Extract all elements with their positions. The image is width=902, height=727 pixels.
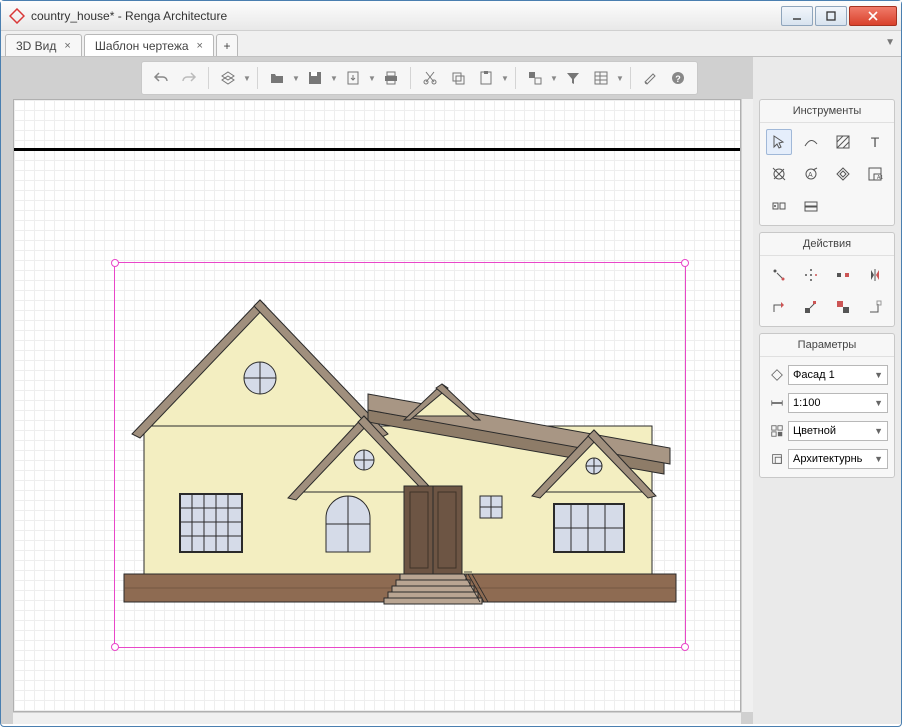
param-detail: Архитектурнь ▼: [766, 447, 888, 471]
param-view: Фасад 1 ▼: [766, 363, 888, 387]
chevron-down-icon: ▼: [874, 426, 883, 436]
redo-button[interactable]: [176, 65, 202, 91]
canvas-area[interactable]: ▼ ▼ ▼ ▼ ▼ ▼ ▼ ?: [1, 57, 753, 724]
paste-button[interactable]: [473, 65, 499, 91]
svg-text:A1: A1: [877, 175, 883, 181]
panel-actions: Действия: [759, 232, 895, 327]
add-tab-button[interactable]: +: [216, 34, 238, 56]
tool-section-1[interactable]: [766, 193, 792, 219]
tool-hatch[interactable]: [830, 129, 856, 155]
scale-icon: [766, 396, 788, 410]
action-copy-props[interactable]: [830, 294, 856, 320]
selection-handle-ne[interactable]: [681, 259, 689, 267]
horizontal-scrollbar[interactable]: [13, 712, 741, 724]
properties-button[interactable]: [588, 65, 614, 91]
tool-select[interactable]: [766, 129, 792, 155]
window-title: country_house* - Renga Architecture: [31, 9, 779, 23]
chevron-down-icon: ▼: [874, 398, 883, 408]
panel-tools: Инструменты T A A1: [759, 99, 895, 226]
panel-title: Параметры: [760, 334, 894, 357]
tool-section-2[interactable]: [798, 193, 824, 219]
panel-params: Параметры Фасад 1 ▼ 1:100 ▼ Цветной ▼ Архит…: [759, 333, 895, 478]
tool-dimension[interactable]: [766, 161, 792, 187]
svg-text:A: A: [808, 172, 813, 179]
action-move[interactable]: [766, 262, 792, 288]
param-value: Фасад 1: [793, 369, 835, 381]
settings-button[interactable]: [637, 65, 663, 91]
save-button[interactable]: [302, 65, 328, 91]
canvas[interactable]: [13, 99, 741, 712]
param-detail-select[interactable]: Архитектурнь ▼: [788, 449, 888, 469]
tool-titleblock[interactable]: A1: [862, 161, 888, 187]
param-style: Цветной ▼: [766, 419, 888, 443]
close-icon[interactable]: ×: [64, 40, 70, 52]
svg-text:?: ?: [675, 74, 681, 84]
param-value: Архитектурнь: [793, 453, 862, 465]
param-scale-select[interactable]: 1:100 ▼: [788, 393, 888, 413]
action-scale[interactable]: [798, 294, 824, 320]
export-button[interactable]: [340, 65, 366, 91]
tab-label: 3D Вид: [16, 39, 56, 53]
page-boundary-line: [14, 148, 740, 151]
copy-button[interactable]: [445, 65, 471, 91]
svg-text:T: T: [871, 134, 880, 150]
maximize-button[interactable]: [815, 6, 847, 26]
param-style-select[interactable]: Цветной ▼: [788, 421, 888, 441]
param-scale: 1:100 ▼: [766, 391, 888, 415]
layers-button[interactable]: [215, 65, 241, 91]
vertical-scrollbar[interactable]: [741, 99, 753, 712]
tool-dimension-radial[interactable]: A: [798, 161, 824, 187]
help-button[interactable]: ?: [665, 65, 691, 91]
undo-button[interactable]: [148, 65, 174, 91]
tab-label: Шаблон чертежа: [95, 39, 189, 53]
tabstrip: 3D Вид × Шаблон чертежа × + ▼: [1, 31, 901, 57]
print-button[interactable]: [378, 65, 404, 91]
titlebar: country_house* - Renga Architecture: [1, 1, 901, 31]
tabs-dropdown-icon[interactable]: ▼: [885, 37, 895, 48]
panel-title: Действия: [760, 233, 894, 256]
param-value: 1:100: [793, 397, 821, 409]
minimize-button[interactable]: [781, 6, 813, 26]
detail-icon: [766, 452, 788, 466]
close-icon[interactable]: ×: [197, 40, 203, 52]
selection-handle-nw[interactable]: [111, 259, 119, 267]
panel-title: Инструменты: [760, 100, 894, 123]
cut-button[interactable]: [417, 65, 443, 91]
drawing-house-facade: [110, 296, 690, 612]
action-align[interactable]: [862, 294, 888, 320]
action-mirror-h[interactable]: [830, 262, 856, 288]
app-icon: [9, 8, 25, 24]
filter-button[interactable]: [560, 65, 586, 91]
tool-text[interactable]: T: [862, 129, 888, 155]
tool-axis[interactable]: [830, 161, 856, 187]
action-rotate[interactable]: [798, 262, 824, 288]
tab-3d-view[interactable]: 3D Вид ×: [5, 34, 82, 56]
close-button[interactable]: [849, 6, 897, 26]
stack-button[interactable]: [522, 65, 548, 91]
chevron-down-icon: ▼: [874, 454, 883, 464]
selection-handle-sw[interactable]: [111, 643, 119, 651]
action-mirror-v[interactable]: [862, 262, 888, 288]
param-value: Цветной: [793, 425, 836, 437]
selection-handle-se[interactable]: [681, 643, 689, 651]
open-button[interactable]: [264, 65, 290, 91]
tool-line[interactable]: [798, 129, 824, 155]
style-icon: [766, 424, 788, 438]
view-icon: [766, 368, 788, 382]
main-toolbar: ▼ ▼ ▼ ▼ ▼ ▼ ▼ ?: [141, 61, 698, 95]
tab-drawing-template[interactable]: Шаблон чертежа ×: [84, 34, 214, 56]
sidebar: Инструменты T A A1 Действия: [753, 57, 901, 724]
param-view-select[interactable]: Фасад 1 ▼: [788, 365, 888, 385]
action-trim[interactable]: [766, 294, 792, 320]
chevron-down-icon: ▼: [874, 370, 883, 380]
